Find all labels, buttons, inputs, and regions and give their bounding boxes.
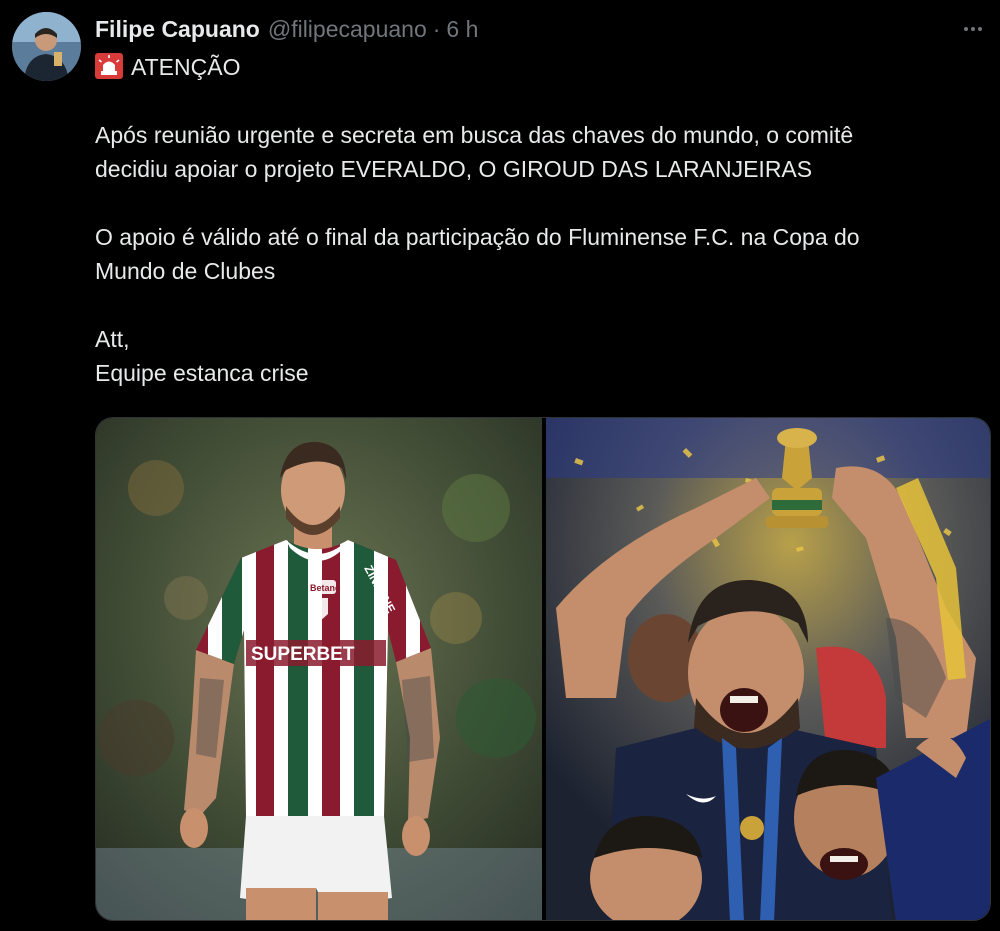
signature-line-1: Att, <box>95 326 130 352</box>
photo-fluminense-player[interactable]: SUPERBET ZINZANE Betano <box>96 418 542 920</box>
user-handle[interactable]: @filipecapuano <box>268 16 427 43</box>
tweet-text: ATENÇÃO Após reunião urgente e secreta e… <box>95 50 985 390</box>
signature-line-2: Equipe estanca crise <box>95 360 309 386</box>
paragraph-2-line-1: O apoio é válido até o final da particip… <box>95 224 860 250</box>
more-options-button[interactable] <box>956 14 990 44</box>
more-icon-dot <box>964 27 968 31</box>
avatar[interactable] <box>12 12 81 81</box>
more-icon-dot <box>971 27 975 31</box>
display-name[interactable]: Filipe Capuano <box>95 16 260 43</box>
paragraph-1-line-1: Após reunião urgente e secreta em busca … <box>95 122 854 148</box>
media-grid: SUPERBET ZINZANE Betano <box>95 417 991 921</box>
tweet-header: Filipe Capuano @filipecapuano · 6 h <box>95 14 478 44</box>
rotating-light-icon <box>95 53 123 79</box>
photo-world-cup-celebration[interactable] <box>546 418 990 920</box>
more-icon-dot <box>978 27 982 31</box>
tweet: Filipe Capuano @filipecapuano · 6 h ATEN… <box>0 0 1000 931</box>
paragraph-1-line-2: decidiu apoiar o projeto EVERALDO, O GIR… <box>95 156 813 182</box>
post-timestamp[interactable]: 6 h <box>446 16 478 43</box>
headline-line: ATENÇÃO <box>95 50 985 84</box>
paragraph-2-line-2: Mundo de Clubes <box>95 258 276 284</box>
headline-text: ATENÇÃO <box>131 54 241 80</box>
separator-dot: · <box>432 15 441 42</box>
jersey-sponsor-text: SUPERBET <box>251 644 355 665</box>
jersey-badge-text: Betano <box>310 583 341 593</box>
